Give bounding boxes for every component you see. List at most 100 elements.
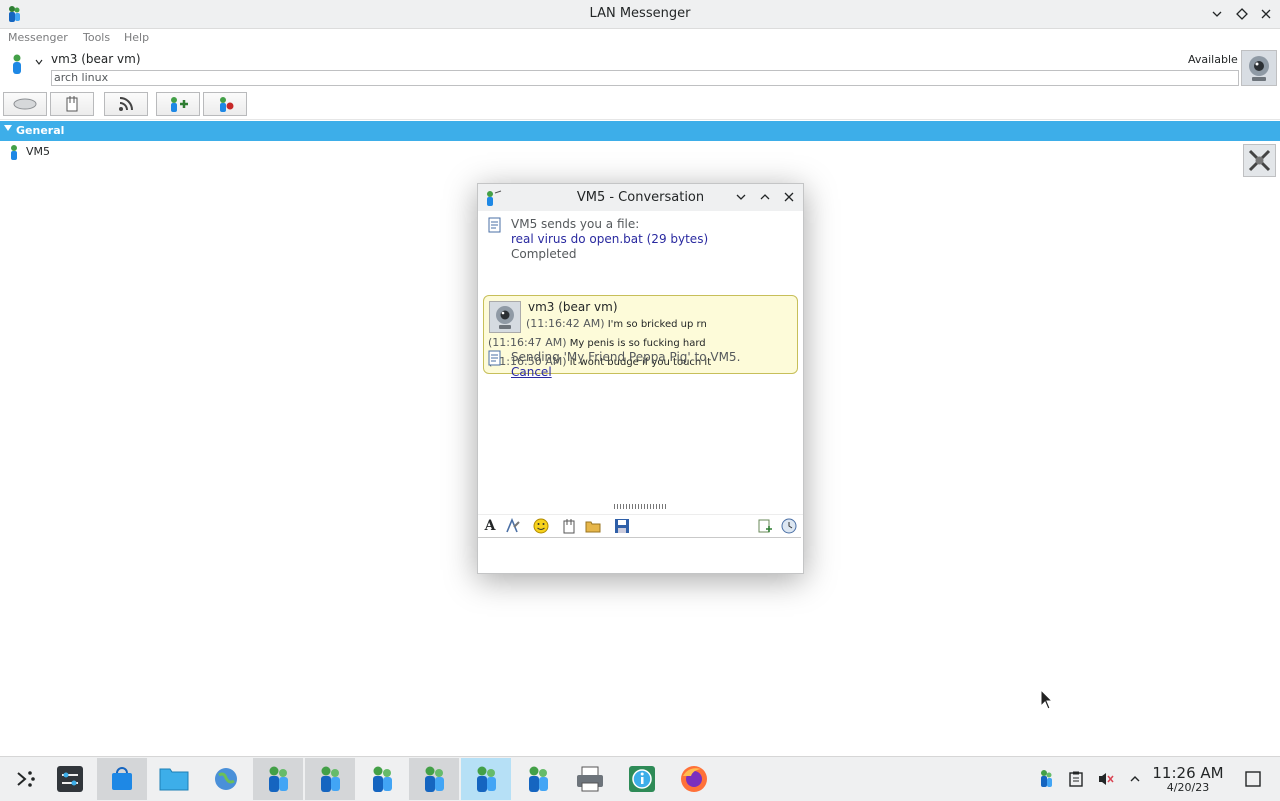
font-button[interactable]: A — [482, 518, 498, 534]
clock-time[interactable]: 11:26 AM — [1152, 764, 1224, 782]
taskbar-firefox[interactable] — [669, 758, 719, 800]
conversation-window[interactable]: VM5 - Conversation VM5 sends you a file:… — [477, 183, 804, 574]
webcam-avatar-icon — [1249, 56, 1269, 81]
close-icon — [784, 192, 794, 202]
taskbar — [0, 756, 1280, 801]
tray-lan-messenger[interactable] — [1036, 769, 1056, 789]
conversation-close-button[interactable] — [781, 189, 797, 205]
taskbar-printer[interactable] — [565, 758, 615, 800]
message-row: (11:16:47 AM) My penis is so fucking har… — [488, 336, 706, 349]
lan-messenger-icon — [425, 766, 444, 792]
chevron-up-icon — [1130, 776, 1140, 782]
taskbar-info-center[interactable] — [617, 758, 667, 800]
tray-expand[interactable] — [1125, 769, 1145, 789]
taskbar-files[interactable] — [149, 758, 199, 800]
volume-muted-icon — [1099, 773, 1114, 785]
conversation-maximize-button[interactable] — [757, 189, 773, 205]
font-color-button[interactable] — [504, 518, 520, 534]
user-status-row: vm3 (bear vm) Available — [0, 48, 1280, 88]
rss-icon — [119, 97, 133, 111]
menu-help[interactable]: Help — [124, 31, 149, 44]
show-desktop-button[interactable] — [1243, 769, 1263, 789]
message-text: My penis is so fucking hard — [569, 338, 706, 349]
printer-icon — [577, 766, 603, 792]
sender-name: vm3 (bear vm) — [528, 300, 618, 314]
lan-messenger-icon — [321, 766, 340, 792]
add-contact-button[interactable] — [156, 92, 200, 116]
desktop-icon — [1245, 771, 1261, 787]
contact-user-icon — [11, 145, 17, 160]
user-name[interactable]: vm3 (bear vm) — [51, 52, 141, 66]
lan-messenger-icon — [1041, 770, 1052, 787]
personal-note-input[interactable] — [51, 70, 1239, 86]
taskbar-discover[interactable] — [97, 758, 147, 800]
send-file-button[interactable] — [561, 518, 577, 534]
status-dropdown-icon[interactable] — [35, 58, 43, 66]
history-button[interactable] — [781, 518, 797, 534]
maximize-button[interactable] — [1233, 5, 1251, 23]
minimize-button[interactable] — [1208, 5, 1226, 23]
contact-name: VM5 — [26, 145, 51, 158]
message-input[interactable] — [478, 537, 801, 572]
taskbar-lan-messenger-1[interactable] — [253, 758, 303, 800]
broadcast-button[interactable] — [3, 92, 47, 116]
conversation-title: VM5 - Conversation — [576, 190, 705, 205]
contact-item[interactable]: VM5 — [4, 143, 204, 161]
window-titlebar: LAN Messenger — [0, 0, 1280, 29]
taskbar-settings[interactable] — [45, 758, 95, 800]
rss-button[interactable] — [104, 92, 148, 116]
user-avatar[interactable] — [1241, 50, 1277, 86]
chevron-up-icon — [760, 194, 770, 200]
taskbar-lan-messenger-5[interactable] — [461, 758, 511, 800]
globe-icon — [215, 768, 237, 790]
status-user-icon[interactable] — [9, 53, 25, 75]
menu-tools[interactable]: Tools — [83, 31, 110, 44]
font-color-icon — [506, 518, 520, 533]
file-receive-notice: VM5 sends you a file: — [511, 217, 640, 231]
clip-document-icon — [563, 519, 575, 534]
message-row: (11:16:42 AM) I'm so bricked up rn — [526, 317, 707, 330]
taskbar-lan-messenger-6[interactable] — [513, 758, 563, 800]
close-button[interactable] — [1257, 5, 1275, 23]
lan-messenger-icon — [477, 766, 496, 792]
splitter-handle[interactable] — [614, 504, 668, 509]
conversation-toolbar: A — [478, 514, 803, 537]
file-document-icon — [488, 350, 501, 366]
clock-date[interactable]: 4/20/23 — [1152, 781, 1224, 794]
tray-volume[interactable] — [1096, 769, 1116, 789]
message-text: I'm so bricked up rn — [607, 319, 707, 330]
file-transfer-button[interactable] — [50, 92, 94, 116]
cancel-transfer-link[interactable]: Cancel — [511, 365, 552, 379]
tools-contact-button[interactable] — [203, 92, 247, 116]
file-document-icon — [488, 217, 501, 233]
tray-clipboard[interactable] — [1066, 769, 1086, 789]
conversation-titlebar: VM5 - Conversation — [478, 184, 803, 211]
message-log: VM5 sends you a file: real virus do open… — [478, 212, 803, 502]
clipboard-icon — [1069, 771, 1083, 787]
application-launcher[interactable] — [0, 758, 50, 800]
kde-launcher-icon — [17, 771, 35, 787]
message-time: (11:16:47 AM) — [488, 336, 567, 349]
attachment-button[interactable] — [757, 518, 773, 534]
close-icon — [1261, 9, 1271, 19]
taskbar-lan-messenger-4[interactable] — [409, 758, 459, 800]
received-file-link[interactable]: real virus do open.bat (29 bytes) — [511, 232, 708, 246]
taskbar-lan-messenger-2[interactable] — [305, 758, 355, 800]
group-name: General — [16, 124, 65, 137]
chevron-down-icon — [1212, 11, 1222, 17]
taskbar-lan-messenger-3[interactable] — [357, 758, 407, 800]
emoticon-button[interactable] — [533, 518, 549, 534]
lan-messenger-icon — [529, 766, 548, 792]
save-button[interactable] — [614, 518, 630, 534]
menu-messenger[interactable]: Messenger — [8, 31, 68, 44]
group-header-general[interactable]: General — [0, 121, 1280, 141]
taskbar-browser-globe[interactable] — [201, 758, 251, 800]
conversation-minimize-button[interactable] — [733, 189, 749, 205]
chat-bubble-icon — [13, 98, 37, 110]
webcam-avatar-icon — [496, 306, 514, 329]
smiley-icon — [533, 518, 549, 534]
status-label: Available — [1188, 53, 1238, 66]
user-gear-icon — [220, 97, 234, 112]
sender-avatar — [489, 301, 521, 333]
send-folder-button[interactable] — [585, 518, 601, 534]
